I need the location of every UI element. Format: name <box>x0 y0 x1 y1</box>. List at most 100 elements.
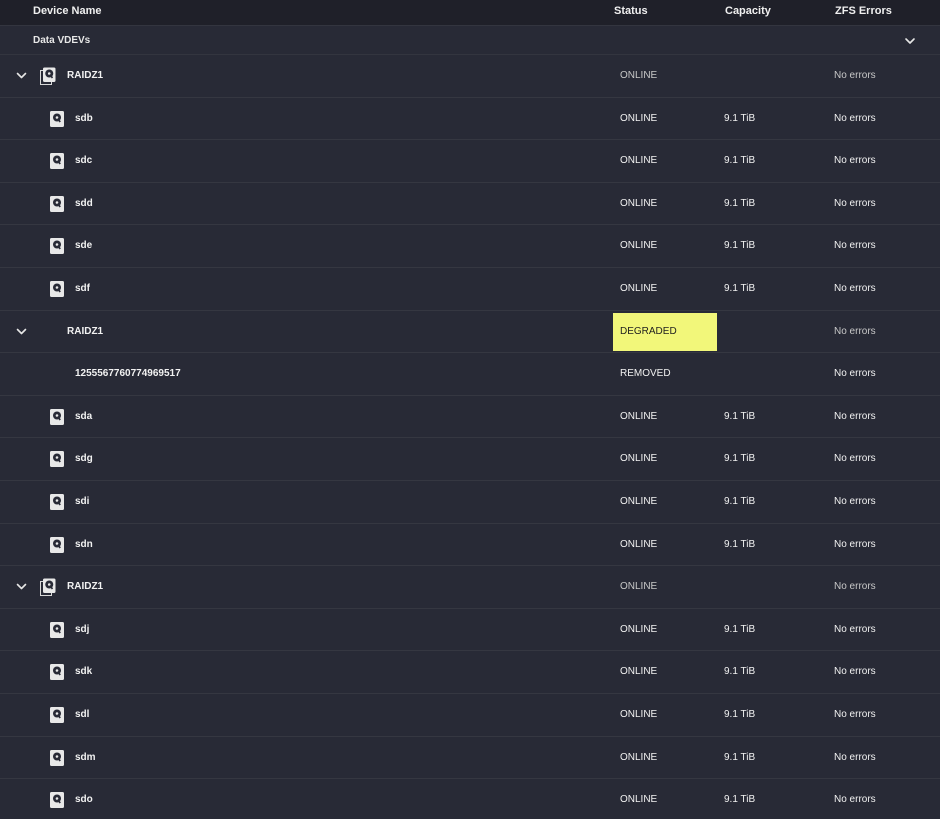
status-text: ONLINE <box>620 112 658 124</box>
group-row-data-vdevs[interactable]: Data VDEVs <box>0 26 940 55</box>
status-text: ONLINE <box>620 666 658 678</box>
zfs-errors-text: No errors <box>834 581 876 593</box>
zfs-errors-text: No errors <box>834 112 876 124</box>
status-text: ONLINE <box>620 453 658 465</box>
status-text: ONLINE <box>620 751 658 763</box>
zfs-errors-text: No errors <box>834 325 876 337</box>
group-label: Data VDEVs <box>33 35 91 46</box>
vdev-row[interactable]: RAIDZ1 ONLINE No errors <box>0 566 940 609</box>
disk-row[interactable]: sdl ONLINE 9.1 TiB No errors <box>0 693 940 737</box>
hard-drive-icon <box>50 238 64 255</box>
zfs-errors-text: No errors <box>834 751 876 763</box>
device-name: sdd <box>75 197 93 209</box>
capacity-text: 9.1 TiB <box>724 155 756 167</box>
vdev-row[interactable]: RAIDZ1 ONLINE No errors <box>0 55 940 98</box>
disk-row[interactable]: sdj ONLINE 9.1 TiB No errors <box>0 608 940 652</box>
status-text: ONLINE <box>620 538 658 550</box>
disk-row[interactable]: sda ONLINE 9.1 TiB No errors <box>0 395 940 439</box>
hard-drive-icon <box>50 664 64 681</box>
status-text: ONLINE <box>620 495 658 507</box>
status-text: ONLINE <box>620 70 658 81</box>
hard-drive-icon <box>50 493 64 510</box>
disk-row[interactable]: sdo ONLINE 9.1 TiB No errors <box>0 779 940 819</box>
hard-drive-icon <box>50 792 64 809</box>
vdev-stack-icon <box>40 578 56 597</box>
capacity-text: 9.1 TiB <box>724 538 756 550</box>
zfs-errors-text: No errors <box>834 155 876 167</box>
chevron-down-icon[interactable] <box>15 325 28 338</box>
capacity-text: 9.1 TiB <box>724 197 756 209</box>
zfs-errors-text: No errors <box>834 282 876 294</box>
device-name: RAIDZ1 <box>67 70 104 81</box>
capacity-text: 9.1 TiB <box>724 112 756 124</box>
disk-row[interactable]: sdg ONLINE 9.1 TiB No errors <box>0 438 940 481</box>
status-text: ONLINE <box>620 794 658 806</box>
device-name: sde <box>75 240 93 252</box>
chevron-down-icon[interactable] <box>904 35 916 47</box>
status-text: REMOVED <box>620 368 671 380</box>
status-text: ONLINE <box>620 708 658 720</box>
device-name: sdl <box>75 708 90 720</box>
device-name: RAIDZ1 <box>67 325 104 337</box>
vdev-row[interactable]: RAIDZ1 DEGRADED No errors <box>0 310 940 354</box>
zfs-errors-text: No errors <box>834 794 876 806</box>
capacity-text: 9.1 TiB <box>724 708 756 720</box>
column-header-status[interactable]: Status <box>614 5 648 17</box>
status-text: ONLINE <box>620 282 658 294</box>
zfs-errors-text: No errors <box>834 666 876 678</box>
chevron-down-icon[interactable] <box>15 69 28 82</box>
device-name: sdi <box>75 495 90 507</box>
chevron-down-icon[interactable] <box>15 580 28 593</box>
column-header-device-name[interactable]: Device Name <box>33 5 102 17</box>
disk-row[interactable]: sdd ONLINE 9.1 TiB No errors <box>0 182 940 226</box>
hard-drive-icon <box>50 451 64 468</box>
status-text: ONLINE <box>620 410 658 422</box>
disk-row[interactable]: sde ONLINE 9.1 TiB No errors <box>0 225 940 268</box>
device-name: sdj <box>75 623 90 635</box>
device-name: sda <box>75 410 93 422</box>
status-text: ONLINE <box>620 623 658 635</box>
capacity-text: 9.1 TiB <box>724 240 756 252</box>
device-name: RAIDZ1 <box>67 581 104 593</box>
zfs-errors-text: No errors <box>834 410 876 422</box>
zfs-errors-text: No errors <box>834 240 876 252</box>
device-rows: RAIDZ1 ONLINE No errors sdb ONLINE 9.1 TiB No … <box>0 55 940 819</box>
hard-drive-icon <box>50 749 64 766</box>
device-name: sdm <box>75 751 96 763</box>
device-name: sdk <box>75 666 93 678</box>
status-text: ONLINE <box>620 581 658 593</box>
column-header-zfs-errors[interactable]: ZFS Errors <box>835 5 892 17</box>
zfs-errors-text: No errors <box>834 453 876 465</box>
disk-row[interactable]: sdf ONLINE 9.1 TiB No errors <box>0 267 940 311</box>
zfs-errors-text: No errors <box>834 70 876 81</box>
status-text: DEGRADED <box>620 325 677 337</box>
column-header-capacity[interactable]: Capacity <box>725 5 771 17</box>
device-name: 1255567760774969517 <box>75 368 181 380</box>
zfs-errors-text: No errors <box>834 197 876 209</box>
disk-row[interactable]: sdm ONLINE 9.1 TiB No errors <box>0 736 940 780</box>
device-name: sdb <box>75 112 93 124</box>
hard-drive-icon <box>50 280 64 297</box>
capacity-text: 9.1 TiB <box>724 794 756 806</box>
hard-drive-icon <box>50 153 64 170</box>
capacity-text: 9.1 TiB <box>724 453 756 465</box>
hard-drive-icon <box>50 110 64 127</box>
status-text: ONLINE <box>620 197 658 209</box>
zfs-errors-text: No errors <box>834 495 876 507</box>
device-name: sdn <box>75 538 93 550</box>
hard-drive-icon <box>50 706 64 723</box>
disk-row[interactable]: 1255567760774969517 REMOVED No errors <box>0 353 940 396</box>
disk-row[interactable]: sdk ONLINE 9.1 TiB No errors <box>0 651 940 694</box>
zfs-errors-text: No errors <box>834 623 876 635</box>
capacity-text: 9.1 TiB <box>724 751 756 763</box>
hard-drive-icon <box>50 408 64 425</box>
capacity-text: 9.1 TiB <box>724 410 756 422</box>
disk-row[interactable]: sdb ONLINE 9.1 TiB No errors <box>0 97 940 141</box>
capacity-text: 9.1 TiB <box>724 495 756 507</box>
disk-row[interactable]: sdi ONLINE 9.1 TiB No errors <box>0 480 940 524</box>
disk-row[interactable]: sdn ONLINE 9.1 TiB No errors <box>0 523 940 567</box>
device-name: sdc <box>75 155 93 167</box>
vdev-stack-icon <box>40 67 56 85</box>
hard-drive-icon <box>50 536 64 553</box>
disk-row[interactable]: sdc ONLINE 9.1 TiB No errors <box>0 140 940 183</box>
